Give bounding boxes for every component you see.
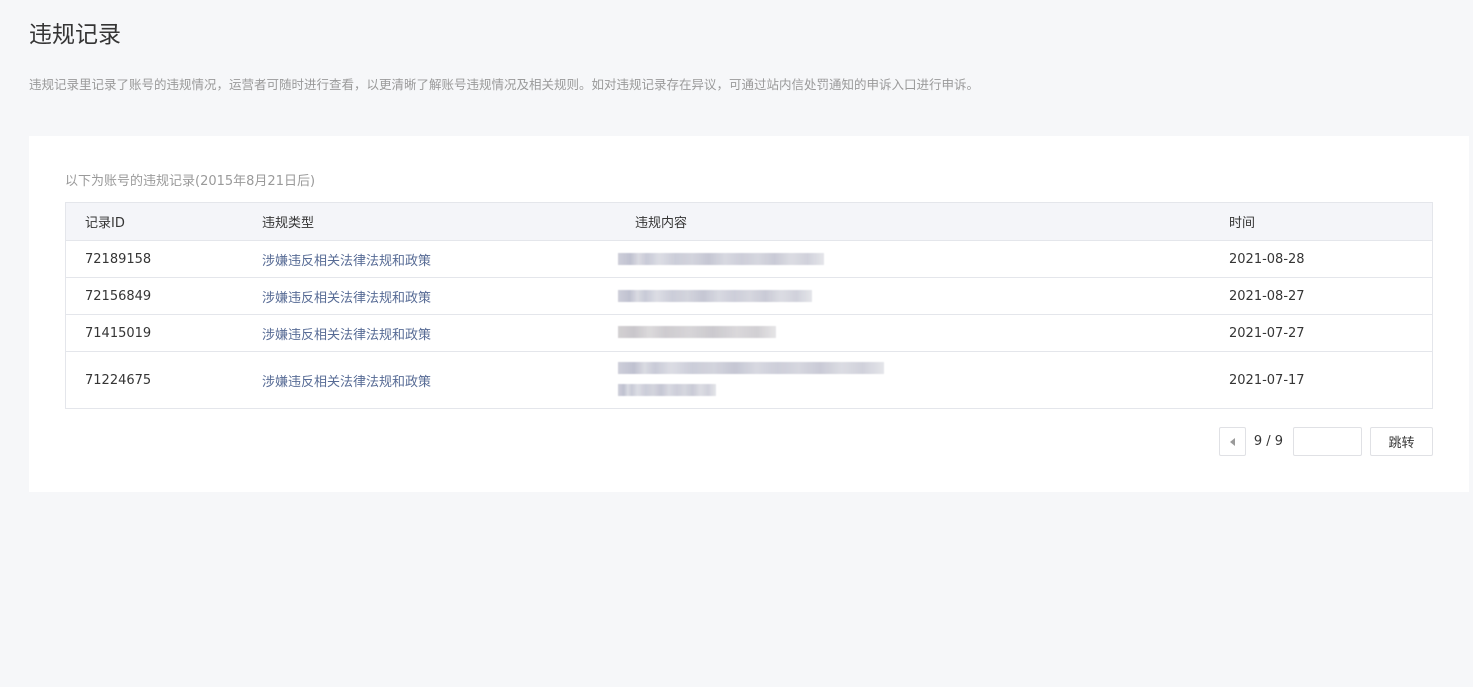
violation-content-redacted: [616, 315, 1210, 351]
page-jump-input[interactable]: [1293, 427, 1362, 456]
page: 违规记录 违规记录里记录了账号的违规情况，运营者可随时进行查看，以更清晰了解账号…: [0, 0, 1473, 687]
redacted-block: [618, 362, 884, 374]
table-row: 72189158 涉嫌违反相关法律法规和政策 2021-08-28: [66, 240, 1432, 277]
table-row: 72156849 涉嫌违反相关法律法规和政策 2021-08-27: [66, 277, 1432, 314]
record-date: 2021-07-17: [1229, 372, 1305, 388]
violation-table: 记录ID 违规类型 违规内容 时间 72189158 涉嫌违反相关法律法规和政策…: [65, 202, 1433, 409]
redacted-block: [618, 326, 776, 338]
jump-button[interactable]: 跳转: [1370, 427, 1433, 456]
violation-type: 涉嫌违反相关法律法规和政策: [262, 374, 432, 390]
page-count: 9 / 9: [1253, 434, 1283, 449]
table-row: 71415019 涉嫌违反相关法律法规和政策 2021-07-27: [66, 314, 1432, 351]
prev-page-button[interactable]: [1218, 427, 1246, 456]
record-date: 2021-07-27: [1229, 325, 1305, 341]
record-date: 2021-08-27: [1229, 288, 1305, 304]
record-date: 2021-08-28: [1229, 251, 1305, 267]
violation-content-redacted: [616, 241, 1210, 277]
page-title: 违规记录: [29, 22, 121, 48]
violation-type: 涉嫌违反相关法律法规和政策: [262, 290, 432, 306]
page-description: 违规记录里记录了账号的违规情况，运营者可随时进行查看，以更清晰了解账号违规情况及…: [29, 77, 980, 92]
column-header-id: 记录ID: [85, 216, 125, 231]
violation-type: 涉嫌违反相关法律法规和政策: [262, 253, 432, 269]
record-id: 71415019: [85, 325, 152, 341]
table-row: 71224675 涉嫌违反相关法律法规和政策 2021-07-17: [66, 351, 1432, 408]
pagination: 9 / 9 跳转: [1218, 427, 1433, 456]
violation-type: 涉嫌违反相关法律法规和政策: [262, 327, 432, 343]
record-id: 72189158: [85, 251, 152, 267]
redacted-block: [618, 290, 812, 302]
redacted-block: [618, 384, 716, 396]
column-header-time: 时间: [1229, 216, 1256, 231]
redacted-block: [618, 253, 824, 265]
violation-content-redacted: [616, 278, 1210, 314]
column-header-type: 违规类型: [262, 216, 315, 231]
record-id: 72156849: [85, 288, 152, 304]
table-header: 记录ID 违规类型 违规内容 时间: [66, 203, 1432, 240]
records-card: 以下为账号的违规记录(2015年8月21日后) 记录ID 违规类型 违规内容 时…: [29, 136, 1469, 492]
record-id: 71224675: [85, 372, 152, 388]
records-caption: 以下为账号的违规记录(2015年8月21日后): [65, 174, 316, 189]
column-header-content: 违规内容: [635, 216, 688, 231]
violation-content-redacted: [616, 352, 1210, 408]
caret-left-icon: [1229, 437, 1235, 446]
